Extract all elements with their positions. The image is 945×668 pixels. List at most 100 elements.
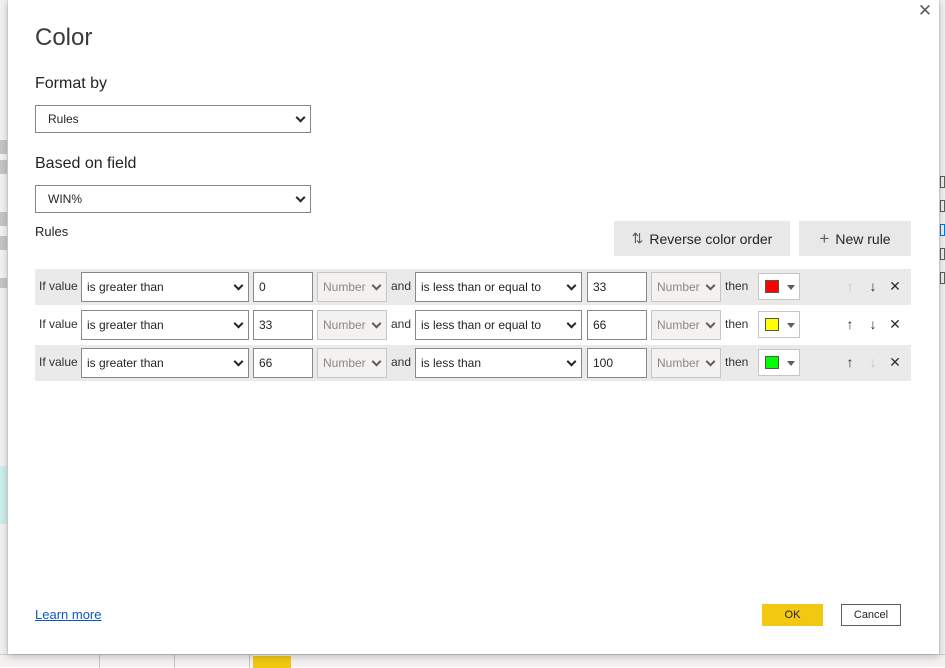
dialog-title: Color — [35, 24, 93, 51]
if-value-label: If value — [39, 317, 78, 331]
ok-button[interactable]: OK — [762, 604, 823, 626]
background-fragment — [940, 200, 945, 212]
rule-type2-value: Number — [657, 318, 700, 332]
rule-color-picker[interactable] — [758, 349, 800, 376]
caret-down-icon — [787, 361, 795, 366]
cancel-button[interactable]: Cancel — [841, 604, 901, 626]
color-swatch — [765, 318, 779, 331]
rule-type1-select[interactable]: Number — [317, 272, 387, 302]
chevron-down-icon — [295, 192, 306, 203]
rule-type2-select[interactable]: Number — [651, 272, 721, 302]
delete-rule-icon[interactable]: ✕ — [886, 315, 904, 333]
rule-value1-input[interactable]: 66 — [253, 348, 313, 378]
background-fragment — [0, 140, 7, 154]
then-label: then — [725, 355, 749, 369]
background-fragment — [940, 272, 945, 284]
reverse-color-order-button[interactable]: ⇅ Reverse color order — [614, 221, 790, 256]
rule-value2-input[interactable]: 66 — [587, 310, 647, 340]
chevron-down-icon — [371, 356, 382, 367]
new-rule-label: New rule — [835, 230, 891, 247]
format-by-label: Format by — [35, 75, 108, 92]
chevron-down-icon — [705, 356, 716, 367]
rule-type1-value: Number — [323, 318, 366, 332]
background-fragment — [0, 236, 7, 250]
chevron-down-icon — [233, 280, 244, 291]
rule-color-picker[interactable] — [758, 273, 800, 300]
background-fragment — [100, 655, 175, 668]
chevron-down-icon — [233, 318, 244, 329]
rule-condition2-select[interactable]: is less than — [415, 348, 582, 378]
chevron-down-icon — [566, 280, 577, 291]
rule-condition2-select[interactable]: is less than or equal to — [415, 272, 582, 302]
rule-condition2-select[interactable]: is less than or equal to — [415, 310, 582, 340]
rule-value2-input[interactable]: 100 — [587, 348, 647, 378]
and-label: and — [391, 317, 412, 331]
rule-condition2-value: is less than — [421, 356, 482, 370]
rule-type1-select[interactable]: Number — [317, 348, 387, 378]
rule-type2-value: Number — [657, 356, 700, 370]
chevron-down-icon — [566, 356, 577, 367]
background-fragment — [940, 176, 945, 188]
then-label: then — [725, 279, 749, 293]
move-down-icon[interactable]: ↓ — [864, 277, 882, 295]
delete-rule-icon[interactable]: ✕ — [886, 277, 904, 295]
based-on-field-select[interactable]: WIN% — [35, 185, 311, 213]
delete-rule-icon[interactable]: ✕ — [886, 353, 904, 371]
rule-type1-select[interactable]: Number — [317, 310, 387, 340]
color-swatch — [765, 280, 779, 293]
move-up-icon[interactable]: ↑ — [841, 315, 859, 333]
rules-label: Rules — [35, 224, 69, 239]
move-down-icon[interactable]: ↓ — [864, 315, 882, 333]
learn-more-link[interactable]: Learn more — [35, 607, 101, 622]
new-rule-button[interactable]: + New rule — [799, 221, 911, 256]
chevron-down-icon — [295, 112, 306, 123]
move-up-icon[interactable]: ↑ — [841, 277, 859, 295]
rule-row: If value is greater than 0 Number and is… — [35, 269, 911, 305]
move-up-icon[interactable]: ↑ — [841, 353, 859, 371]
caret-down-icon — [787, 323, 795, 328]
rule-condition1-value: is greater than — [87, 280, 164, 294]
caret-down-icon — [787, 285, 795, 290]
format-by-select[interactable]: Rules — [35, 105, 311, 133]
rule-condition1-value: is greater than — [87, 356, 164, 370]
move-down-icon[interactable]: ↓ — [864, 353, 882, 371]
background-fragment — [0, 160, 7, 174]
background-app-left — [0, 0, 8, 667]
rule-value2-input[interactable]: 33 — [587, 272, 647, 302]
chevron-down-icon — [705, 318, 716, 329]
rule-condition1-select[interactable]: is greater than — [81, 310, 249, 340]
format-by-value: Rules — [48, 112, 79, 126]
rule-type2-select[interactable]: Number — [651, 310, 721, 340]
chevron-down-icon — [371, 280, 382, 291]
if-value-label: If value — [39, 355, 78, 369]
rule-color-picker[interactable] — [758, 311, 800, 338]
background-fragment — [940, 224, 945, 236]
chevron-down-icon — [233, 356, 244, 367]
background-app-bottom — [0, 654, 945, 668]
rule-value1-input[interactable]: 33 — [253, 310, 313, 340]
close-icon[interactable]: ✕ — [916, 2, 934, 20]
background-fragment — [940, 248, 945, 260]
background-fragment — [20, 655, 100, 668]
rule-value1-input[interactable]: 0 — [253, 272, 313, 302]
and-label: and — [391, 355, 412, 369]
rule-type2-select[interactable]: Number — [651, 348, 721, 378]
chevron-down-icon — [705, 280, 716, 291]
background-fragment — [0, 212, 7, 226]
color-swatch — [765, 356, 779, 369]
sort-arrows-icon: ⇅ — [631, 230, 644, 246]
and-label: and — [391, 279, 412, 293]
chevron-down-icon — [566, 318, 577, 329]
based-on-field-label: Based on field — [35, 155, 137, 172]
background-teal-block — [0, 466, 7, 524]
chevron-down-icon — [371, 318, 382, 329]
then-label: then — [725, 317, 749, 331]
rule-condition1-select[interactable]: is greater than — [81, 348, 249, 378]
rule-type2-value: Number — [657, 280, 700, 294]
rule-type1-value: Number — [323, 280, 366, 294]
rule-condition1-select[interactable]: is greater than — [81, 272, 249, 302]
color-dialog: ✕ Color Format by Rules Based on field W… — [8, 0, 939, 654]
background-app-right — [939, 0, 945, 667]
if-value-label: If value — [39, 279, 78, 293]
rule-row: If value is greater than 33 Number and i… — [35, 307, 911, 343]
